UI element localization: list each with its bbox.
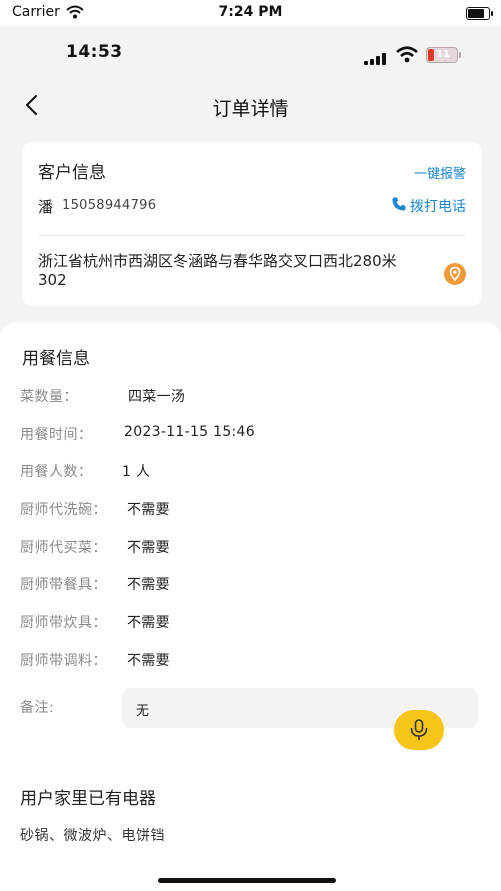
one-click-alarm-button[interactable]: 一键报警 — [414, 163, 466, 182]
note-label: 备注: — [20, 700, 55, 716]
divider — [38, 235, 466, 236]
customer-info-card: 客户信息 一键报警 潘 15058944796 拨打电话 浙江省杭州市西湖区冬涵… — [22, 142, 482, 306]
customer-info-title: 客户信息 — [38, 163, 106, 183]
dish-count-label: 菜数量： — [20, 389, 78, 405]
wifi-icon — [396, 46, 418, 67]
meal-info-section: 用餐信息 菜数量： 四菜一汤 用餐时间： 2023-11-15 15:46 用餐… — [0, 322, 501, 891]
chef-bring-tableware-value: 不需要 — [127, 577, 170, 593]
chef-buy-groceries-value: 不需要 — [127, 540, 170, 556]
dish-count-value: 四菜一汤 — [128, 389, 186, 405]
diner-count-value: 1 人 — [122, 464, 151, 480]
battery-icon — [466, 7, 493, 20]
meal-time-label: 用餐时间： — [20, 427, 93, 443]
customer-name: 潘 — [38, 198, 54, 216]
phone-icon — [391, 196, 407, 216]
microphone-icon — [410, 719, 428, 740]
simulator-time: 7:24 PM — [218, 4, 283, 20]
chef-bring-tableware-label: 厨师带餐具： — [20, 577, 107, 593]
chef-wash-dishes-label: 厨师代洗碗： — [20, 502, 107, 518]
chef-wash-dishes-value: 不需要 — [127, 502, 170, 518]
note-value: 无 — [136, 704, 150, 719]
battery-level: 11 — [436, 49, 450, 60]
signal-icon — [364, 50, 388, 69]
page-title: 订单详情 — [212, 98, 289, 120]
chef-bring-seasoning-label: 厨师带调料： — [20, 653, 107, 669]
call-phone-label: 拨打电话 — [410, 199, 466, 215]
diner-count-label: 用餐人数： — [20, 464, 93, 480]
meal-info-title: 用餐信息 — [22, 349, 90, 369]
microphone-button[interactable] — [394, 710, 444, 750]
appliances-title: 用户家里已有电器 — [20, 789, 156, 809]
meal-time-value: 2023-11-15 15:46 — [124, 424, 255, 440]
chef-bring-cookware-value: 不需要 — [127, 615, 170, 631]
simulator-status-bar: Carrier 7:24 PM — [0, 0, 501, 26]
appliances-list: 砂锅、微波炉、电饼铛 — [20, 828, 165, 844]
chef-bring-seasoning-value: 不需要 — [127, 653, 170, 669]
location-pin-icon[interactable] — [444, 263, 466, 285]
chef-bring-cookware-label: 厨师带炊具： — [20, 615, 107, 631]
home-indicator[interactable] — [158, 878, 336, 883]
customer-address: 浙江省杭州市西湖区冬涵路与春华路交叉口西北280米302 — [38, 252, 397, 289]
chef-buy-groceries-label: 厨师代买菜： — [20, 540, 107, 556]
call-phone-button[interactable]: 拨打电话 — [391, 196, 466, 216]
customer-phone: 15058944796 — [62, 198, 157, 213]
battery-icon: 11 — [426, 47, 461, 63]
phone-status-time: 14:53 — [66, 42, 123, 62]
